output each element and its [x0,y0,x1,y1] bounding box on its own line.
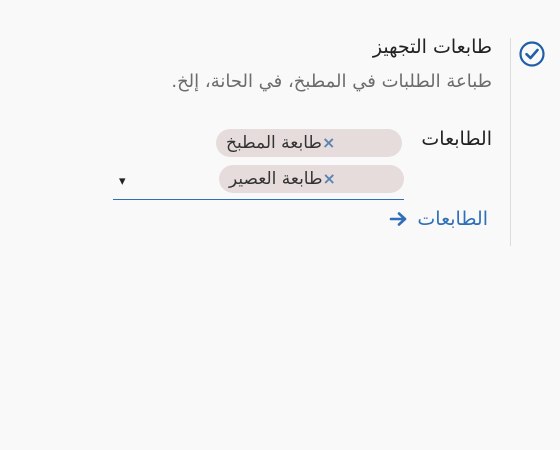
tag-label: طابعة المطبخ [226,133,322,153]
printers-link-label: الطابعات [417,208,488,230]
section-title: طابعات التجهيز [372,36,492,58]
section-divider [510,38,511,246]
check-circle-icon[interactable] [518,40,546,68]
arrow-right-icon [390,212,407,226]
remove-tag-icon[interactable]: × [322,135,335,151]
remove-tag-icon[interactable]: × [323,171,336,187]
printers-field-label: الطابعات [421,128,492,150]
dropdown-arrow-icon[interactable]: ▾ [119,174,126,189]
selected-printer-tag: طابعة العصير × [219,165,404,193]
tag-label: طابعة العصير [229,169,323,189]
printers-select-underline[interactable] [113,199,404,200]
section-description: طباعة الطلبات في المطبخ، في الحانة، إلخ. [171,71,492,92]
settings-panel: طابعات التجهيز طباعة الطلبات في المطبخ، … [0,0,560,450]
selected-printer-tag: طابعة المطبخ × [216,129,402,157]
printers-link[interactable]: الطابعات [389,208,488,230]
